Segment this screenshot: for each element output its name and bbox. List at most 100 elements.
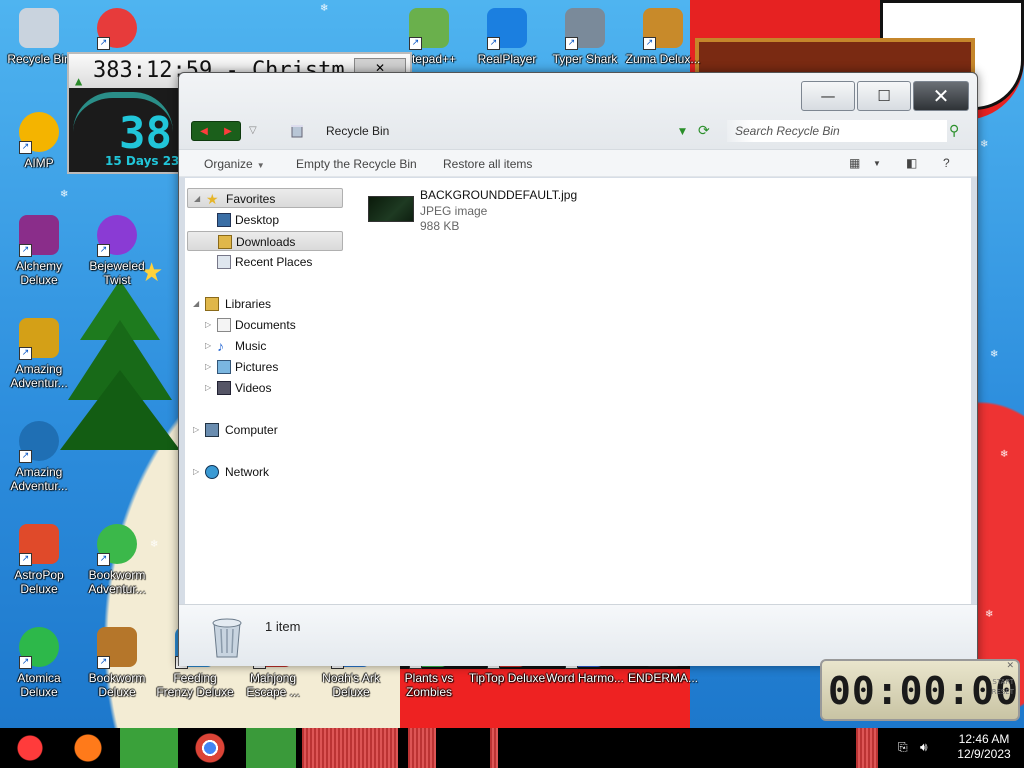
- close-button[interactable]: ✕: [913, 81, 969, 111]
- recycle-bin-icon: [19, 8, 59, 48]
- show-hidden-icons-button[interactable]: [856, 728, 878, 768]
- maximize-button[interactable]: ☐: [857, 81, 911, 111]
- aimp-icon: ↗: [19, 112, 59, 154]
- preview-pane-icon[interactable]: ◧: [906, 156, 917, 170]
- nav-videos[interactable]: ▷ Videos: [187, 378, 343, 398]
- image-thumbnail: [368, 196, 414, 222]
- navigation-pane: ◢ ★ Favorites Desktop Downloads Recent P…: [185, 178, 355, 604]
- nav-downloads[interactable]: Downloads: [187, 231, 343, 251]
- address-dropdown-icon[interactable]: ▼: [679, 127, 686, 137]
- network-tray-icon[interactable]: ⎘: [898, 740, 908, 755]
- back-arrow-icon[interactable]: ◀: [200, 126, 208, 137]
- desktop-icon-2[interactable]: ↗: [78, 8, 156, 50]
- taskbar-window-button[interactable]: [490, 728, 498, 768]
- nav-desktop[interactable]: Desktop: [187, 210, 343, 230]
- volume-icon[interactable]: 🔊︎: [920, 740, 928, 755]
- desktop-icon-typer-shark[interactable]: ↗ Typer Shark: [546, 8, 624, 66]
- pictures-icon: [217, 360, 231, 374]
- desktop-icon-bejeweled[interactable]: ↗ Bejeweled Twist: [78, 215, 156, 287]
- bookworm-book-icon: ↗: [97, 627, 137, 669]
- snowflake-icon: ❄: [985, 609, 994, 620]
- nav-favorites[interactable]: ◢ ★ Favorites: [187, 188, 343, 208]
- nav-documents[interactable]: ▷ Documents: [187, 315, 343, 335]
- desktop-icon-zuma[interactable]: ↗ Zuma Delux...: [624, 8, 702, 66]
- expand-icon[interactable]: ▷: [205, 336, 211, 356]
- details-pane: 1 item: [179, 604, 977, 666]
- start-button-santa-icon[interactable]: [0, 728, 60, 768]
- downloads-folder-icon: [218, 235, 232, 249]
- nav-pictures[interactable]: ▷ Pictures: [187, 357, 343, 377]
- view-options-icon[interactable]: ▦: [849, 156, 860, 170]
- desktop-icon-amazing-adventures-1[interactable]: ↗ Amazing Adventur...: [0, 318, 78, 390]
- restore-all-items-button[interactable]: Restore all items: [443, 157, 532, 171]
- chevron-down-icon: ▼: [256, 161, 265, 170]
- documents-icon: [217, 318, 231, 332]
- typer-shark-icon: ↗: [565, 8, 605, 50]
- alchemy-icon: ↗: [19, 215, 59, 257]
- file-explorer-icon[interactable]: [120, 728, 178, 768]
- reset-button[interactable]: RESET: [992, 687, 1014, 697]
- computer-icon: [205, 423, 219, 437]
- help-icon[interactable]: ?: [943, 156, 950, 170]
- atomica-icon: ↗: [19, 627, 59, 669]
- christmas-tree-app-icon[interactable]: [246, 728, 296, 768]
- expand-icon[interactable]: ▷: [193, 462, 199, 482]
- file-type: JPEG image: [420, 204, 488, 218]
- recent-places-icon: [217, 255, 231, 269]
- clock[interactable]: 12:46 AM 12/9/2023: [954, 732, 1014, 762]
- back-forward-buttons[interactable]: ◀ ▶: [191, 121, 241, 141]
- expand-icon[interactable]: ▷: [205, 315, 211, 335]
- forward-arrow-icon[interactable]: ▶: [224, 126, 232, 137]
- desktop-icon-bookworm-deluxe[interactable]: ↗ Bookworm Deluxe: [78, 627, 156, 699]
- christmas-tree-decoration: ★: [60, 258, 180, 460]
- countdown-days: 15 Days 23: [105, 154, 180, 168]
- nav-network[interactable]: ▷ Network: [187, 462, 343, 482]
- recycle-bin-window[interactable]: — ☐ ✕ ◀ ▶ ▽ Recycle Bin ▼ ⟳ Search Recyc…: [178, 72, 978, 666]
- desktop-icon-atomica[interactable]: ↗ Atomica Deluxe: [0, 627, 78, 699]
- taskbar: ⎘ 🔊︎ 12:46 AM 12/9/2023: [0, 728, 1024, 768]
- expand-icon[interactable]: ▷: [205, 378, 211, 398]
- bejeweled-gem-icon: ↗: [97, 215, 137, 257]
- recent-pages-dropdown-icon[interactable]: ▽: [249, 125, 257, 136]
- start-button[interactable]: START: [992, 677, 1014, 687]
- snowflake-icon: ❄: [1000, 449, 1009, 460]
- firefox-icon[interactable]: [68, 728, 108, 768]
- desktop-icon-alchemy[interactable]: ↗ Alchemy Deluxe: [0, 215, 78, 287]
- nav-recent-places[interactable]: Recent Places: [187, 252, 343, 272]
- realplayer-icon: ↗: [487, 8, 527, 50]
- snowflake-icon: ❄: [320, 3, 329, 14]
- command-bar: Organize ▼ Empty the Recycle Bin Restore …: [179, 149, 977, 177]
- taskbar-window-button[interactable]: [302, 728, 398, 768]
- window-title-area: — ☐ ✕ ◀ ▶ ▽ Recycle Bin ▼ ⟳ Search Recyc…: [179, 73, 977, 149]
- chrome-icon[interactable]: [186, 728, 234, 768]
- collapse-icon[interactable]: ◢: [193, 294, 199, 314]
- address-bar-text[interactable]: Recycle Bin: [326, 124, 389, 138]
- item-count: 1 item: [265, 619, 301, 634]
- desktop-icon-bookworm-adventures[interactable]: ↗ Bookworm Adventur...: [78, 524, 156, 596]
- amazing-adventures-icon: ↗: [19, 318, 59, 360]
- nav-music[interactable]: ▷ ♪ Music: [187, 336, 343, 356]
- minimize-button[interactable]: —: [801, 81, 855, 111]
- videos-icon: [217, 381, 231, 395]
- search-icon[interactable]: ⚲: [949, 123, 959, 139]
- expand-icon[interactable]: ▷: [205, 357, 211, 377]
- stopwatch-gadget[interactable]: ✕ 00:00:00 START RESET: [820, 659, 1020, 721]
- desktop-icon-realplayer[interactable]: ↗ RealPlayer: [468, 8, 546, 66]
- organize-menu[interactable]: Organize ▼: [204, 157, 265, 171]
- content-pane: ◢ ★ Favorites Desktop Downloads Recent P…: [185, 178, 971, 604]
- desktop-icon-amazing-adventures-2[interactable]: ↗ Amazing Adventur...: [0, 421, 78, 493]
- nav-computer[interactable]: ▷ Computer: [187, 420, 343, 440]
- view-dropdown-icon[interactable]: ▼: [873, 159, 881, 168]
- libraries-icon: [205, 297, 219, 311]
- refresh-icon[interactable]: ⟳: [698, 123, 710, 139]
- astropop-icon: ↗: [19, 524, 59, 566]
- network-icon: [205, 465, 219, 479]
- collapse-icon[interactable]: ◢: [194, 189, 200, 209]
- search-input[interactable]: Search Recycle Bin: [727, 120, 947, 142]
- expand-icon[interactable]: ▷: [193, 420, 199, 440]
- taskbar-window-button[interactable]: [408, 728, 436, 768]
- nav-libraries[interactable]: ◢ Libraries: [187, 294, 343, 314]
- recycle-bin-large-icon: [212, 618, 242, 658]
- desktop-icon-astropop[interactable]: ↗ AstroPop Deluxe: [0, 524, 78, 596]
- empty-recycle-bin-button[interactable]: Empty the Recycle Bin: [296, 157, 417, 171]
